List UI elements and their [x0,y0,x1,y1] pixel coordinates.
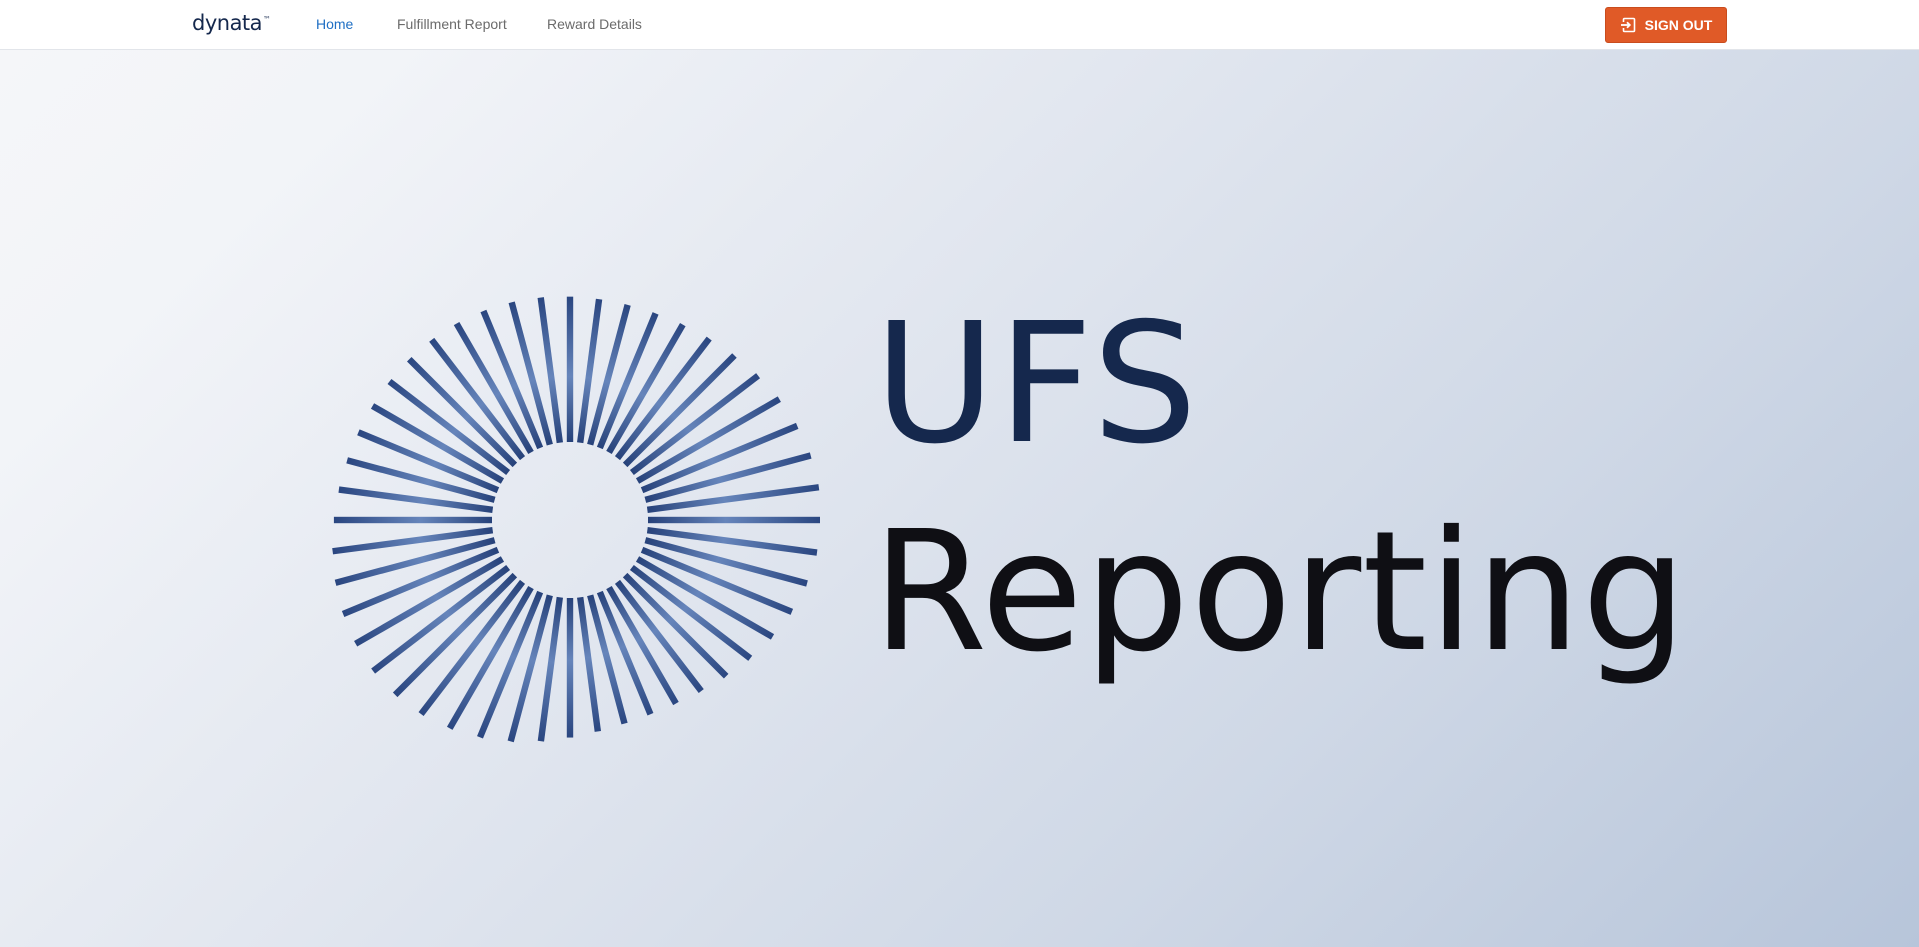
brand-name: dynata [192,11,263,35]
burst-ray [392,572,518,698]
top-navigation-bar: dynata™ Home Fulfillment Report Reward D… [0,0,1919,50]
nav-link-reward-details[interactable]: Reward Details [547,16,642,32]
burst-ray [566,598,574,738]
burst-ray [646,527,818,556]
hero-title-reporting: Reporting [872,496,1688,689]
burst-ray [622,353,737,468]
burst-rays [332,296,820,743]
dynata-logo[interactable]: dynata™ [192,11,271,35]
sign-out-button[interactable]: SIGN OUT [1605,7,1727,43]
brand-trademark: ™ [263,15,271,24]
burst-ray [333,516,492,524]
burst-ray [646,484,820,513]
burst-ray [406,356,518,468]
hero-title-ufs: UFS [874,288,1200,481]
nav-link-home[interactable]: Home [316,16,353,32]
sign-out-label: SIGN OUT [1644,17,1713,33]
radial-burst-logo-icon [332,296,820,743]
hero-section: UFS Reporting [0,50,1919,947]
burst-ray [648,516,820,524]
sign-out-icon [1620,17,1636,33]
nav-link-fulfillment-report[interactable]: Fulfillment Report [397,16,507,32]
burst-ray [566,296,574,442]
